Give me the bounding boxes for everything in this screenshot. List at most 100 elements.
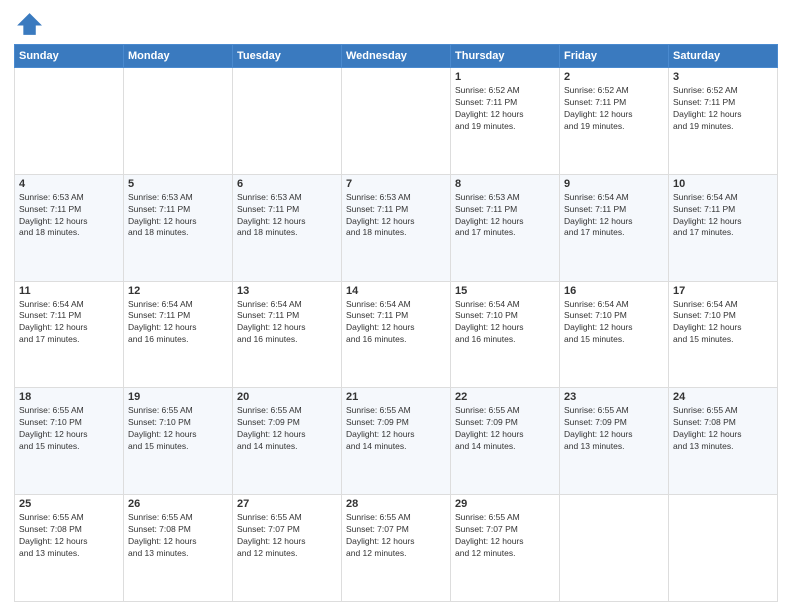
- calendar-day-cell: 19 Sunrise: 6:55 AM Sunset: 7:10 PM Dayli…: [124, 388, 233, 495]
- calendar-table: SundayMondayTuesdayWednesdayThursdayFrid…: [14, 44, 778, 602]
- calendar-day-cell: 8 Sunrise: 6:53 AM Sunset: 7:11 PM Daylig…: [451, 174, 560, 281]
- day-number: 20: [237, 391, 337, 403]
- day-info: Sunrise: 6:55 AM Sunset: 7:07 PM Dayligh…: [455, 512, 555, 560]
- calendar-day-cell: 3Sunrise: 6:52 AM Sunset: 7:11 PM Daylig…: [669, 68, 778, 175]
- day-info: Sunrise: 6:55 AM Sunset: 7:07 PM Dayligh…: [237, 512, 337, 560]
- day-number: 29: [455, 498, 555, 510]
- calendar-day-cell: [560, 495, 669, 602]
- day-number: 10: [673, 178, 773, 190]
- day-info: Sunrise: 6:52 AM Sunset: 7:11 PM Dayligh…: [564, 85, 664, 133]
- day-info: Sunrise: 6:55 AM Sunset: 7:10 PM Dayligh…: [128, 405, 228, 453]
- calendar-day-cell: [15, 68, 124, 175]
- calendar-day-cell: 24 Sunrise: 6:55 AM Sunset: 7:08 PM Dayli…: [669, 388, 778, 495]
- calendar-day-cell: 12 Sunrise: 6:54 AM Sunset: 7:11 PM Dayli…: [124, 281, 233, 388]
- day-number: 8: [455, 178, 555, 190]
- day-info: Sunrise: 6:54 AM Sunset: 7:11 PM Dayligh…: [673, 192, 773, 240]
- calendar-day-cell: [669, 495, 778, 602]
- calendar-day-cell: [342, 68, 451, 175]
- calendar-day-cell: 23 Sunrise: 6:55 AM Sunset: 7:09 PM Dayli…: [560, 388, 669, 495]
- day-number: 25: [19, 498, 119, 510]
- calendar-day-cell: 22 Sunrise: 6:55 AM Sunset: 7:09 PM Dayli…: [451, 388, 560, 495]
- calendar-day-cell: 10 Sunrise: 6:54 AM Sunset: 7:11 PM Dayli…: [669, 174, 778, 281]
- calendar-day-cell: 17 Sunrise: 6:54 AM Sunset: 7:10 PM Dayli…: [669, 281, 778, 388]
- calendar-day-cell: 25 Sunrise: 6:55 AM Sunset: 7:08 PM Dayli…: [15, 495, 124, 602]
- day-number: 6: [237, 178, 337, 190]
- day-number: 3: [673, 71, 773, 83]
- day-info: Sunrise: 6:54 AM Sunset: 7:10 PM Dayligh…: [673, 299, 773, 347]
- day-info: Sunrise: 6:55 AM Sunset: 7:08 PM Dayligh…: [673, 405, 773, 453]
- day-info: Sunrise: 6:55 AM Sunset: 7:09 PM Dayligh…: [346, 405, 446, 453]
- calendar-day-cell: 6 Sunrise: 6:53 AM Sunset: 7:11 PM Daylig…: [233, 174, 342, 281]
- day-number: 14: [346, 285, 446, 297]
- day-number: 5: [128, 178, 228, 190]
- logo-icon: [14, 10, 42, 38]
- day-info: Sunrise: 6:54 AM Sunset: 7:11 PM Dayligh…: [346, 299, 446, 347]
- day-number: 4: [19, 178, 119, 190]
- calendar-day-header: Saturday: [669, 45, 778, 68]
- day-info: Sunrise: 6:55 AM Sunset: 7:09 PM Dayligh…: [564, 405, 664, 453]
- day-number: 17: [673, 285, 773, 297]
- day-number: 15: [455, 285, 555, 297]
- day-number: 7: [346, 178, 446, 190]
- calendar-day-header: Friday: [560, 45, 669, 68]
- calendar-week-row: 4 Sunrise: 6:53 AM Sunset: 7:11 PM Daylig…: [15, 174, 778, 281]
- day-number: 18: [19, 391, 119, 403]
- calendar-day-cell: 26 Sunrise: 6:55 AM Sunset: 7:08 PM Dayli…: [124, 495, 233, 602]
- day-info: Sunrise: 6:53 AM Sunset: 7:11 PM Dayligh…: [128, 192, 228, 240]
- day-number: 11: [19, 285, 119, 297]
- calendar-week-row: 11 Sunrise: 6:54 AM Sunset: 7:11 PM Dayli…: [15, 281, 778, 388]
- day-info: Sunrise: 6:53 AM Sunset: 7:11 PM Dayligh…: [237, 192, 337, 240]
- calendar-day-cell: 14 Sunrise: 6:54 AM Sunset: 7:11 PM Dayli…: [342, 281, 451, 388]
- day-info: Sunrise: 6:55 AM Sunset: 7:08 PM Dayligh…: [19, 512, 119, 560]
- calendar-day-header: Tuesday: [233, 45, 342, 68]
- calendar-day-cell: 4 Sunrise: 6:53 AM Sunset: 7:11 PM Daylig…: [15, 174, 124, 281]
- day-number: 2: [564, 71, 664, 83]
- calendar-week-row: 25 Sunrise: 6:55 AM Sunset: 7:08 PM Dayli…: [15, 495, 778, 602]
- day-info: Sunrise: 6:55 AM Sunset: 7:09 PM Dayligh…: [455, 405, 555, 453]
- calendar-day-cell: 18 Sunrise: 6:55 AM Sunset: 7:10 PM Dayli…: [15, 388, 124, 495]
- calendar-day-header: Wednesday: [342, 45, 451, 68]
- calendar-day-cell: 20 Sunrise: 6:55 AM Sunset: 7:09 PM Dayli…: [233, 388, 342, 495]
- calendar-header-row: SundayMondayTuesdayWednesdayThursdayFrid…: [15, 45, 778, 68]
- day-number: 23: [564, 391, 664, 403]
- calendar-day-cell: 15Sunrise: 6:54 AM Sunset: 7:10 PM Dayli…: [451, 281, 560, 388]
- day-number: 1: [455, 71, 555, 83]
- day-number: 22: [455, 391, 555, 403]
- day-info: Sunrise: 6:53 AM Sunset: 7:11 PM Dayligh…: [346, 192, 446, 240]
- day-info: Sunrise: 6:55 AM Sunset: 7:07 PM Dayligh…: [346, 512, 446, 560]
- day-number: 19: [128, 391, 228, 403]
- calendar-day-cell: 1Sunrise: 6:52 AM Sunset: 7:11 PM Daylig…: [451, 68, 560, 175]
- page-header: [14, 10, 778, 38]
- calendar-day-cell: 2 Sunrise: 6:52 AM Sunset: 7:11 PM Daylig…: [560, 68, 669, 175]
- day-number: 27: [237, 498, 337, 510]
- day-info: Sunrise: 6:54 AM Sunset: 7:11 PM Dayligh…: [128, 299, 228, 347]
- day-info: Sunrise: 6:55 AM Sunset: 7:08 PM Dayligh…: [128, 512, 228, 560]
- day-info: Sunrise: 6:53 AM Sunset: 7:11 PM Dayligh…: [455, 192, 555, 240]
- day-info: Sunrise: 6:54 AM Sunset: 7:11 PM Dayligh…: [564, 192, 664, 240]
- calendar-day-header: Monday: [124, 45, 233, 68]
- calendar-day-cell: 29 Sunrise: 6:55 AM Sunset: 7:07 PM Dayli…: [451, 495, 560, 602]
- calendar-day-header: Thursday: [451, 45, 560, 68]
- day-number: 16: [564, 285, 664, 297]
- day-number: 26: [128, 498, 228, 510]
- calendar-day-cell: [124, 68, 233, 175]
- day-number: 9: [564, 178, 664, 190]
- calendar-day-cell: [233, 68, 342, 175]
- calendar-day-cell: 13Sunrise: 6:54 AM Sunset: 7:11 PM Dayli…: [233, 281, 342, 388]
- calendar-day-cell: 5 Sunrise: 6:53 AM Sunset: 7:11 PM Daylig…: [124, 174, 233, 281]
- calendar-day-header: Sunday: [15, 45, 124, 68]
- day-number: 12: [128, 285, 228, 297]
- calendar-week-row: 1 Sunrise: 6:52 AM Sunset: 7:11 PM Daylig…: [15, 68, 778, 175]
- calendar-day-cell: 21 Sunrise: 6:55 AM Sunset: 7:09 PM Dayli…: [342, 388, 451, 495]
- logo: [14, 10, 46, 38]
- day-number: 24: [673, 391, 773, 403]
- calendar-day-cell: 27 Sunrise: 6:55 AM Sunset: 7:07 PM Dayli…: [233, 495, 342, 602]
- calendar-day-cell: 11 Sunrise: 6:54 AM Sunset: 7:11 PM Dayli…: [15, 281, 124, 388]
- day-info: Sunrise: 6:53 AM Sunset: 7:11 PM Dayligh…: [19, 192, 119, 240]
- day-info: Sunrise: 6:54 AM Sunset: 7:11 PM Dayligh…: [19, 299, 119, 347]
- day-info: Sunrise: 6:55 AM Sunset: 7:09 PM Dayligh…: [237, 405, 337, 453]
- day-info: Sunrise: 6:55 AM Sunset: 7:10 PM Dayligh…: [19, 405, 119, 453]
- calendar-day-cell: 9 Sunrise: 6:54 AM Sunset: 7:11 PM Daylig…: [560, 174, 669, 281]
- calendar-day-cell: 7 Sunrise: 6:53 AM Sunset: 7:11 PM Daylig…: [342, 174, 451, 281]
- day-number: 21: [346, 391, 446, 403]
